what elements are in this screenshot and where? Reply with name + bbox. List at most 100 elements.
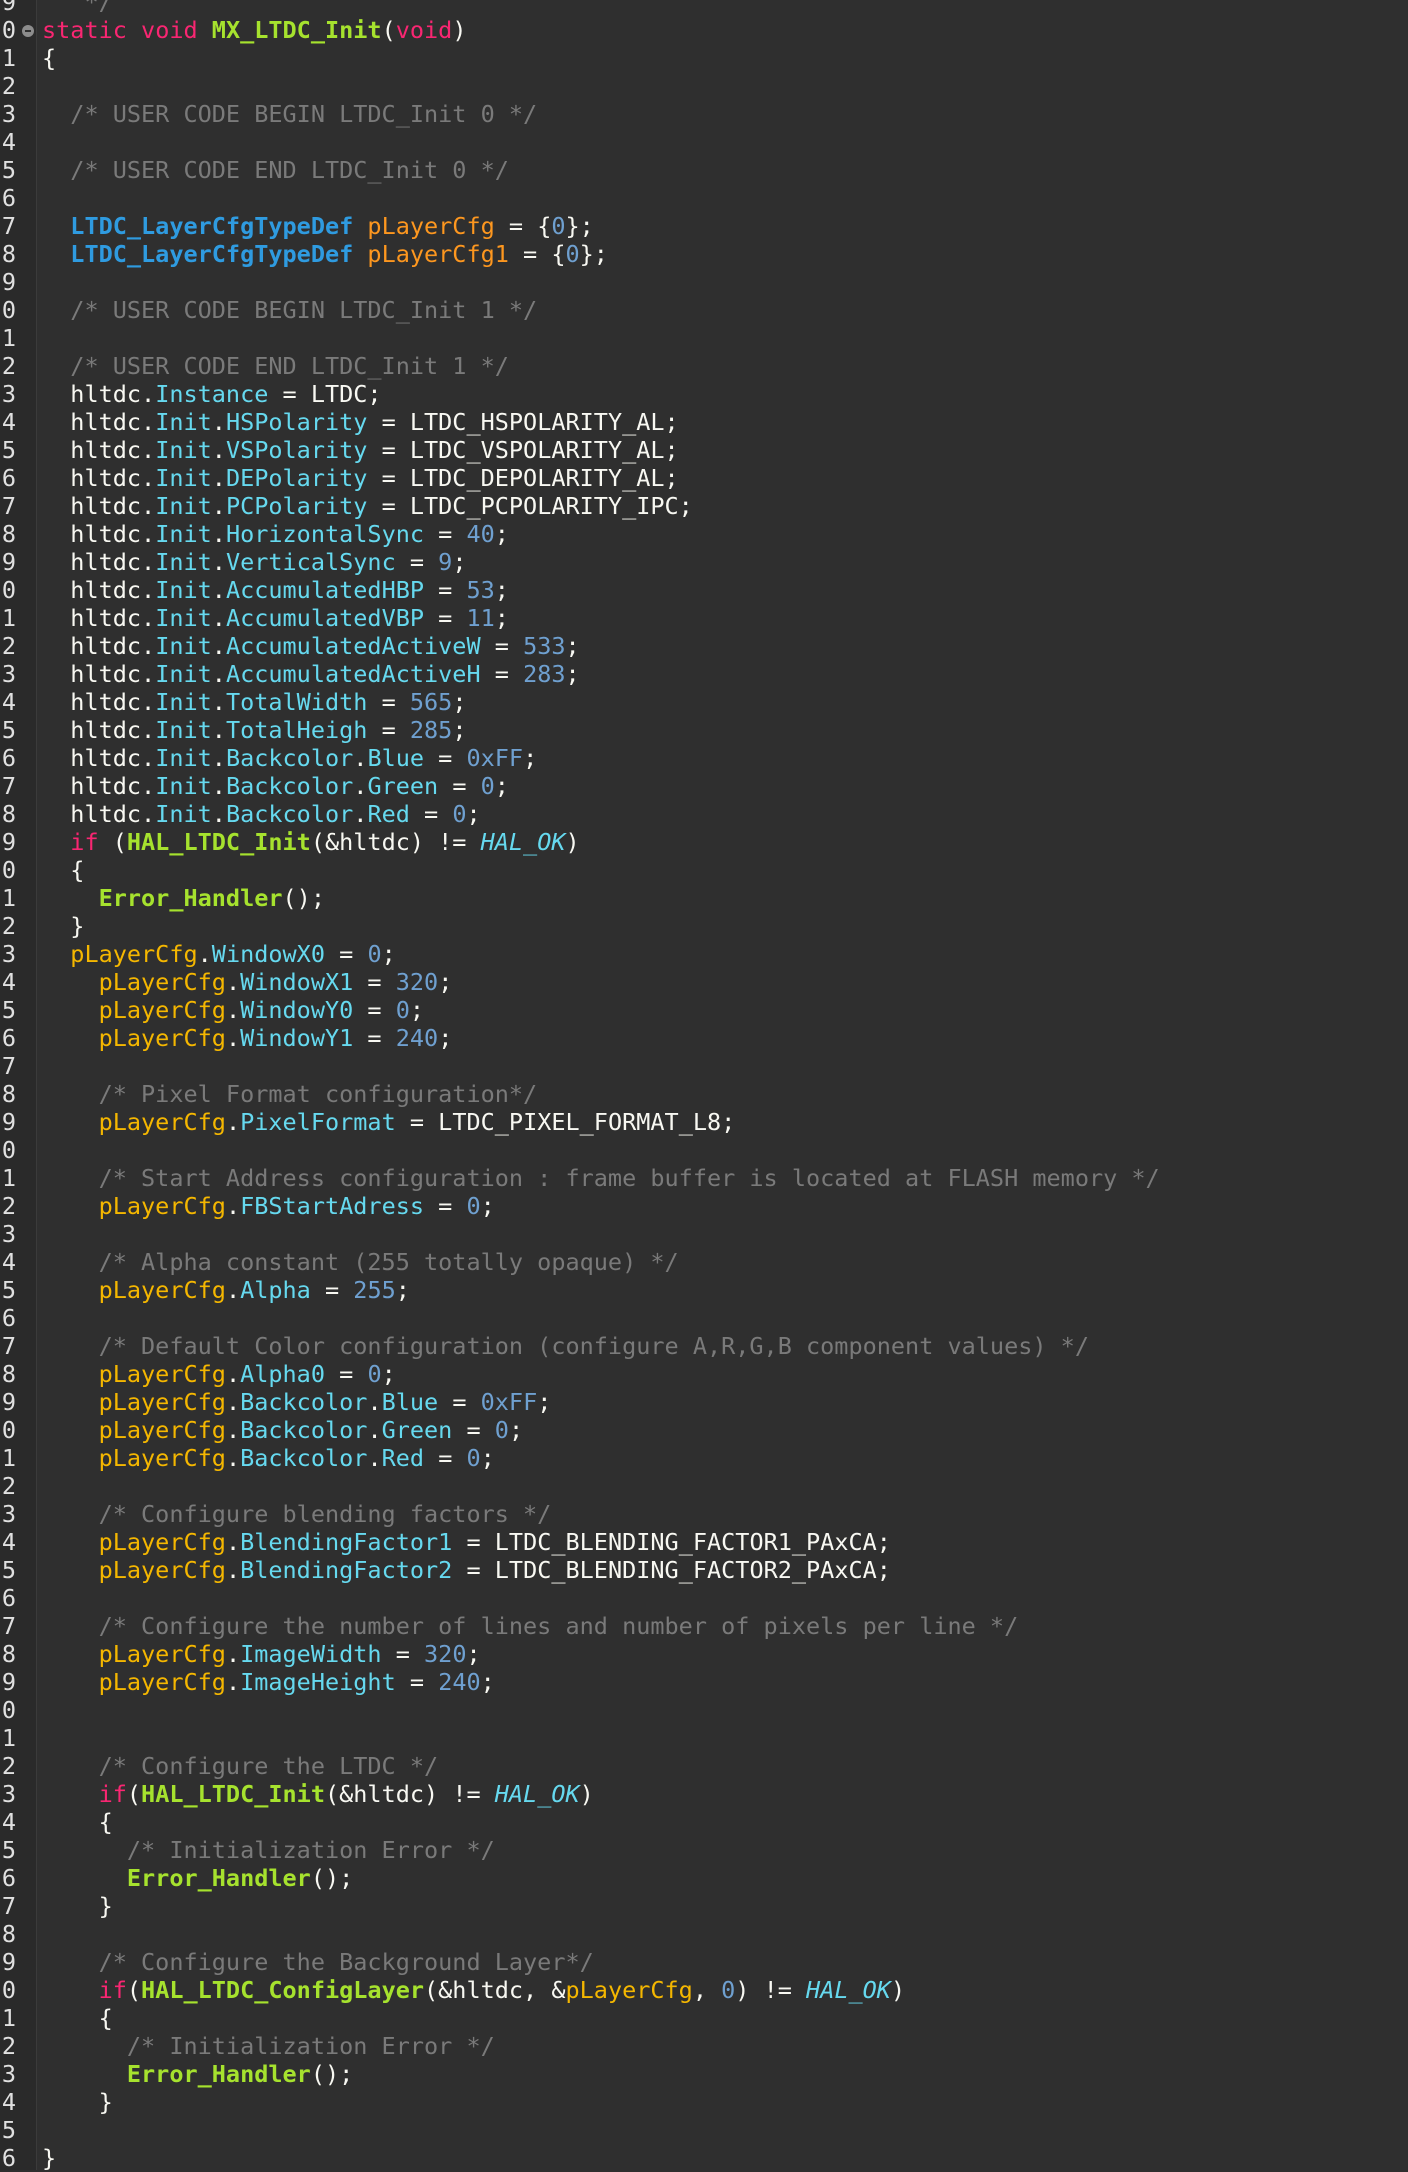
code-line[interactable]: 3	[0, 1220, 1408, 1248]
line-number: 6	[1, 1304, 16, 1332]
code-line[interactable]: 3 hltdc.Init.AccumulatedActiveH = 283;	[0, 660, 1408, 688]
code-line[interactable]: 5 hltdc.Init.TotalHeigh = 285;	[0, 716, 1408, 744]
code-line[interactable]: 8 hltdc.Init.Backcolor.Red = 0;	[0, 800, 1408, 828]
code-token: AccumulatedVBP	[225, 604, 425, 632]
code-line[interactable]: 8 pLayerCfg.ImageWidth = 320;	[0, 1640, 1408, 1668]
code-line[interactable]: 7	[0, 1052, 1408, 1080]
code-line[interactable]: 1 /* Start Address configuration : frame…	[0, 1164, 1408, 1192]
code-line[interactable]: 6}	[0, 2144, 1408, 2172]
code-line[interactable]: 3 pLayerCfg.WindowX0 = 0;	[0, 940, 1408, 968]
code-line[interactable]: 4 {	[0, 1808, 1408, 1836]
code-line[interactable]: 8 hltdc.Init.HorizontalSync = 40;	[0, 520, 1408, 548]
code-line[interactable]: 5 hltdc.Init.VSPolarity = LTDC_VSPOLARIT…	[0, 436, 1408, 464]
code-line[interactable]: 9 /* Configure the Background Layer*/	[0, 1948, 1408, 1976]
code-line[interactable]: 1	[0, 324, 1408, 352]
code-token: 255	[353, 1276, 396, 1304]
code-line[interactable]: 9 */	[0, 0, 1408, 16]
code-token: ,	[692, 1976, 722, 2004]
code-line[interactable]: 0	[0, 1696, 1408, 1724]
code-line[interactable]: 7 }	[0, 1892, 1408, 1920]
code-text: hltdc.Init.AccumulatedVBP = 11;	[42, 604, 509, 632]
code-line[interactable]: 3 /* Configure blending factors */	[0, 1500, 1408, 1528]
code-line[interactable]: 1 hltdc.Init.AccumulatedVBP = 11;	[0, 604, 1408, 632]
code-lines[interactable]: 9 */0 static void MX_LTDC_Init(void) 1{2 3 …	[0, 0, 1408, 2172]
code-line[interactable]: 7 /* Default Color configuration (config…	[0, 1332, 1408, 1360]
code-line[interactable]: 2	[0, 72, 1408, 100]
code-line[interactable]: 2 pLayerCfg.FBStartAdress = 0;	[0, 1192, 1408, 1220]
code-line[interactable]: 5 /* USER CODE END LTDC_Init 0 */	[0, 156, 1408, 184]
code-token: ;	[381, 1360, 396, 1388]
code-text: hltdc.Init.PCPolarity = LTDC_PCPOLARITY_…	[42, 492, 693, 520]
code-line[interactable]: 6 pLayerCfg.WindowY1 = 240;	[0, 1024, 1408, 1052]
code-line[interactable]: 6	[0, 184, 1408, 212]
code-line[interactable]: 8 LTDC_LayerCfgTypeDef pLayerCfg1 = {0};	[0, 240, 1408, 268]
code-line[interactable]: 4 /* Alpha constant (255 totally opaque)…	[0, 1248, 1408, 1276]
code-line[interactable]: 9 if (HAL_LTDC_Init(&hltdc) != HAL_OK)	[0, 828, 1408, 856]
code-token: .	[353, 744, 368, 772]
code-line[interactable]: 5 pLayerCfg.Alpha = 255;	[0, 1276, 1408, 1304]
code-editor[interactable]: 9 */0 static void MX_LTDC_Init(void) 1{2 3 …	[0, 0, 1408, 2172]
code-line[interactable]: 7 hltdc.Init.PCPolarity = LTDC_PCPOLARIT…	[0, 492, 1408, 520]
code-line[interactable]: 6	[0, 1584, 1408, 1612]
code-line[interactable]: 7 hltdc.Init.Backcolor.Green = 0;	[0, 772, 1408, 800]
code-line[interactable]: 0 hltdc.Init.AccumulatedHBP = 53;	[0, 576, 1408, 604]
code-line[interactable]: 1	[0, 1724, 1408, 1752]
code-line[interactable]: 9 pLayerCfg.Backcolor.Blue = 0xFF;	[0, 1388, 1408, 1416]
code-line[interactable]: 1 Error_Handler();	[0, 884, 1408, 912]
code-text: hltdc.Init.AccumulatedActiveW = 533;	[42, 632, 579, 660]
collapse-minus-icon[interactable]	[22, 25, 34, 37]
code-line[interactable]: 6 hltdc.Init.DEPolarity = LTDC_DEPOLARIT…	[0, 464, 1408, 492]
code-token: 0	[367, 940, 382, 968]
code-line[interactable]: 0	[0, 1136, 1408, 1164]
code-line[interactable]: 9 pLayerCfg.ImageHeight = 240;	[0, 1668, 1408, 1696]
code-line[interactable]: 4 hltdc.Init.HSPolarity = LTDC_HSPOLARIT…	[0, 408, 1408, 436]
code-line[interactable]: 9	[0, 268, 1408, 296]
code-line[interactable]: 4	[0, 128, 1408, 156]
code-token: void	[395, 16, 453, 44]
code-line[interactable]: 4 hltdc.Init.TotalWidth = 565;	[0, 688, 1408, 716]
code-line[interactable]: 8 /* Pixel Format configuration*/	[0, 1080, 1408, 1108]
code-line[interactable]: 2 /* Configure the LTDC */	[0, 1752, 1408, 1780]
code-line[interactable]: 4 pLayerCfg.WindowX1 = 320;	[0, 968, 1408, 996]
code-line[interactable]: 4 pLayerCfg.BlendingFactor1 = LTDC_BLEND…	[0, 1528, 1408, 1556]
code-line[interactable]: 5 pLayerCfg.WindowY0 = 0;	[0, 996, 1408, 1024]
code-token: (&hltdc) !=	[324, 1780, 495, 1808]
code-line[interactable]: 9 hltdc.Init.VerticalSync = 9;	[0, 548, 1408, 576]
code-text: /* Configure the Background Layer*/	[42, 1948, 594, 1976]
code-line[interactable]: 5 pLayerCfg.BlendingFactor2 = LTDC_BLEND…	[0, 1556, 1408, 1584]
code-line[interactable]: 0 /* USER CODE BEGIN LTDC_Init 1 */	[0, 296, 1408, 324]
code-line[interactable]: 6	[0, 1304, 1408, 1332]
code-token: pLayerCfg	[98, 1640, 226, 1668]
code-line[interactable]: 8	[0, 1920, 1408, 1948]
code-token: Alpha0	[240, 1360, 325, 1388]
code-line[interactable]: 2 /* USER CODE END LTDC_Init 1 */	[0, 352, 1408, 380]
code-line[interactable]: 2	[0, 1472, 1408, 1500]
code-line[interactable]: 2 }	[0, 912, 1408, 940]
code-line[interactable]: 0 static void MX_LTDC_Init(void)	[0, 16, 1408, 44]
code-line[interactable]: 2 /* Initialization Error */	[0, 2032, 1408, 2060]
code-line[interactable]: 1 pLayerCfg.Backcolor.Red = 0;	[0, 1444, 1408, 1472]
code-line[interactable]: 9 pLayerCfg.PixelFormat = LTDC_PIXEL_FOR…	[0, 1108, 1408, 1136]
code-line[interactable]: 6 Error_Handler();	[0, 1864, 1408, 1892]
code-line[interactable]: 0 pLayerCfg.Backcolor.Green = 0;	[0, 1416, 1408, 1444]
code-line[interactable]: 5 /* Initialization Error */	[0, 1836, 1408, 1864]
code-token: = LTDC_PCPOLARITY_IPC;	[367, 492, 693, 520]
code-line[interactable]: 6 hltdc.Init.Backcolor.Blue = 0xFF;	[0, 744, 1408, 772]
code-line[interactable]: 4 }	[0, 2088, 1408, 2116]
code-line[interactable]: 3 /* USER CODE BEGIN LTDC_Init 0 */	[0, 100, 1408, 128]
code-line[interactable]: 0 {	[0, 856, 1408, 884]
code-line[interactable]: 1{	[0, 44, 1408, 72]
code-line[interactable]: 7 LTDC_LayerCfgTypeDef pLayerCfg = {0};	[0, 212, 1408, 240]
code-text: hltdc.Init.DEPolarity = LTDC_DEPOLARITY_…	[42, 464, 678, 492]
code-line[interactable]: 0 if(HAL_LTDC_ConfigLayer(&hltdc, &pLaye…	[0, 1976, 1408, 2004]
code-line[interactable]: 3 if(HAL_LTDC_Init(&hltdc) != HAL_OK)	[0, 1780, 1408, 1808]
code-token: Backcolor	[240, 1416, 368, 1444]
code-line[interactable]: 1 {	[0, 2004, 1408, 2032]
code-line[interactable]: 3 Error_Handler();	[0, 2060, 1408, 2088]
code-line[interactable]: 5	[0, 2116, 1408, 2144]
code-line[interactable]: 8 pLayerCfg.Alpha0 = 0;	[0, 1360, 1408, 1388]
code-line[interactable]: 7 /* Configure the number of lines and n…	[0, 1612, 1408, 1640]
code-line[interactable]: 2 hltdc.Init.AccumulatedActiveW = 533;	[0, 632, 1408, 660]
code-line[interactable]: 3 hltdc.Instance = LTDC;	[0, 380, 1408, 408]
